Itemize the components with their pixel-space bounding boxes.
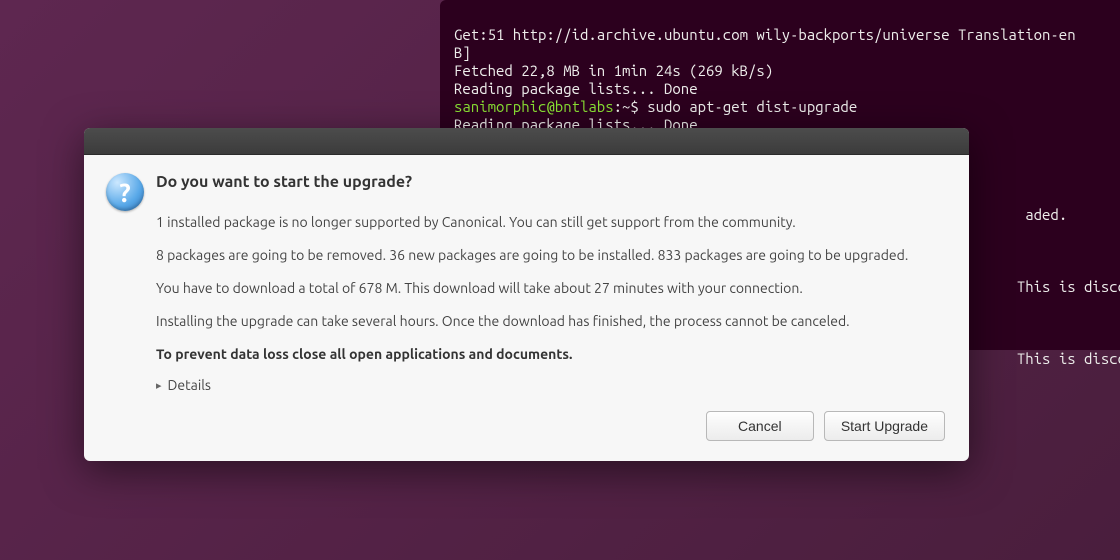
help-icon: ? — [106, 173, 144, 211]
terminal-fragment: This is discoura — [1017, 350, 1120, 367]
upgrade-dialog: ? Do you want to start the upgrade? 1 in… — [84, 128, 969, 461]
dialog-text: 1 installed package is no longer support… — [156, 213, 947, 232]
terminal-fragment: This is discoura — [1017, 278, 1120, 295]
dialog-title: Do you want to start the upgrade? — [156, 173, 947, 191]
terminal-line: B] — [454, 44, 471, 61]
help-glyph: ? — [119, 178, 130, 207]
dialog-text: Installing the upgrade can take several … — [156, 312, 947, 331]
dialog-warning: To prevent data loss close all open appl… — [156, 345, 947, 364]
dialog-text: 8 packages are going to be removed. 36 n… — [156, 246, 947, 265]
terminal-line: Fetched 22,8 MB in 1min 24s (269 kB/s) — [454, 62, 773, 79]
start-upgrade-button[interactable]: Start Upgrade — [824, 411, 945, 441]
details-label: Details — [168, 377, 211, 393]
chevron-right-icon: ▸ — [156, 379, 162, 392]
terminal-command: sudo apt-get dist-upgrade — [647, 98, 857, 115]
cancel-button[interactable]: Cancel — [706, 411, 814, 441]
terminal-fragment: aded. — [1025, 206, 1067, 223]
terminal-line: Reading package lists... Done — [454, 80, 698, 97]
terminal-prompt-suffix: :~$ — [614, 98, 648, 115]
dialog-text: You have to download a total of 678 M. T… — [156, 279, 947, 298]
dialog-titlebar[interactable] — [84, 128, 969, 155]
dialog-icon-container: ? — [106, 173, 156, 447]
terminal-prompt-user: sanimorphic@bntlabs — [454, 98, 614, 115]
terminal-line: Get:51 http://id.archive.ubuntu.com wily… — [454, 26, 1076, 43]
details-expander[interactable]: ▸ Details — [156, 377, 947, 393]
